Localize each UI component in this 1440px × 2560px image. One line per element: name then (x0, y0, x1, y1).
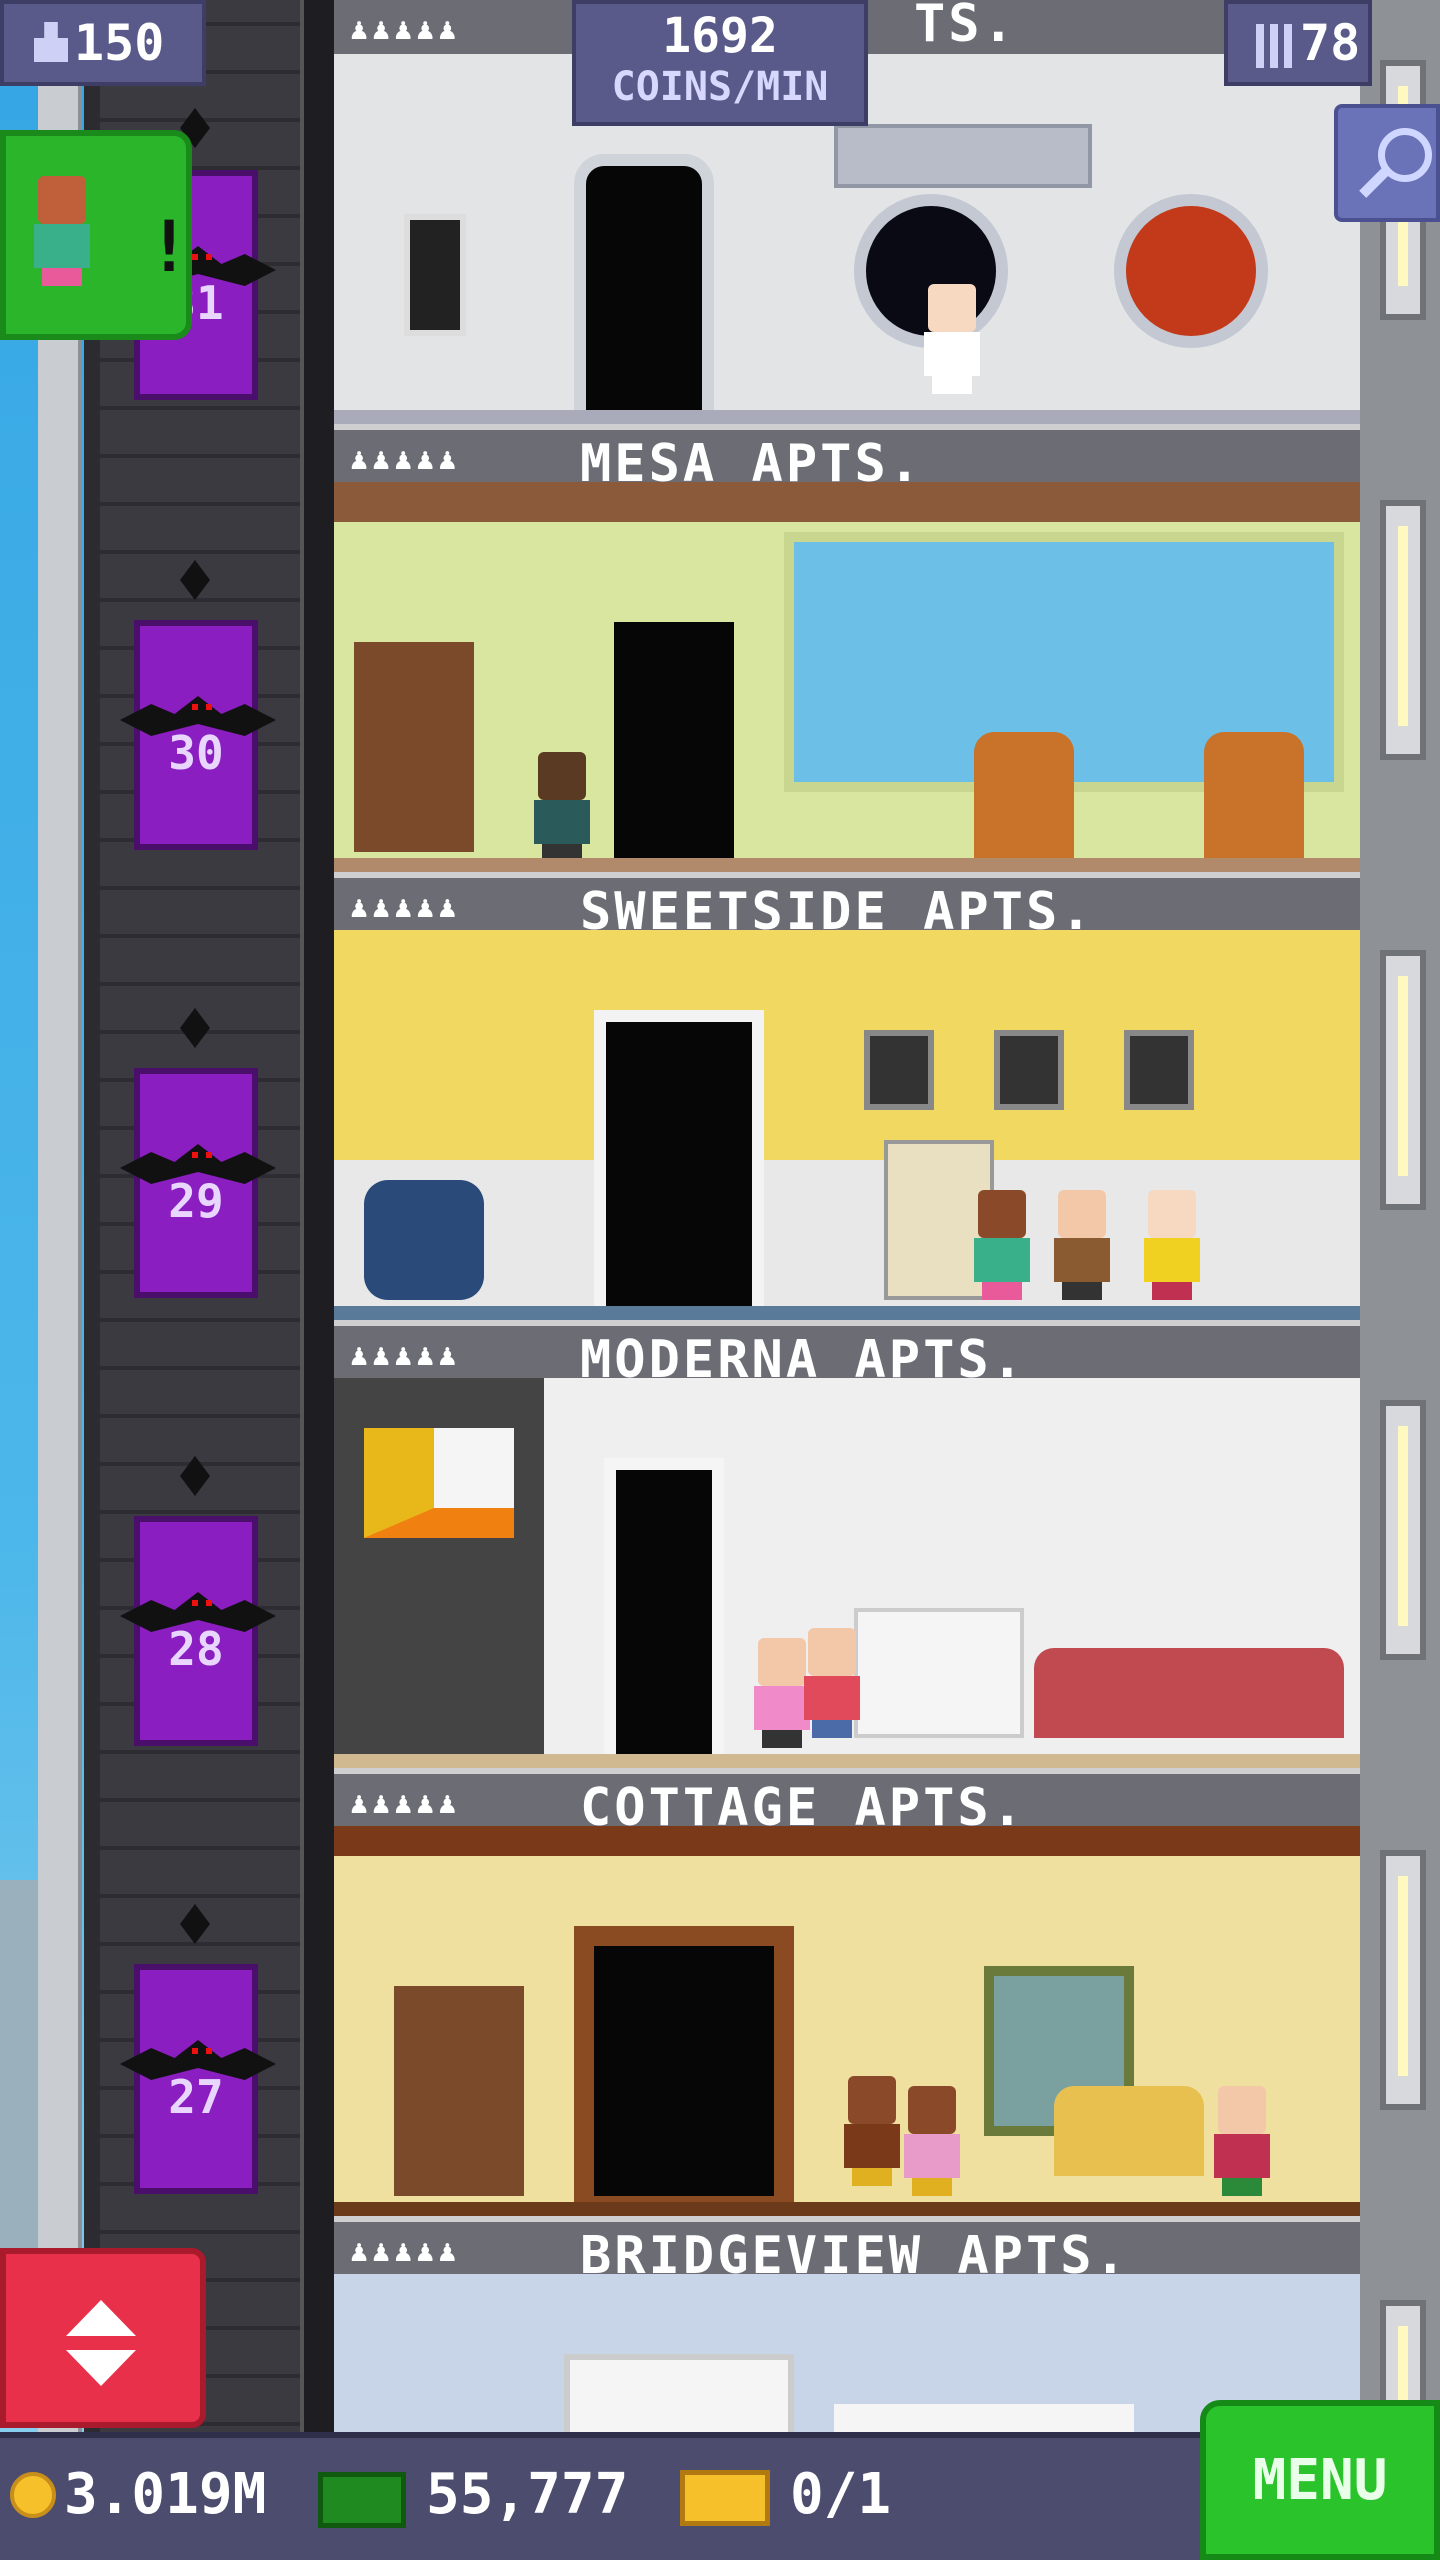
modern-art (364, 1428, 514, 1538)
floor-sign: ♟♟♟♟♟ MESA APTS. (334, 424, 1360, 494)
sweetside-room (334, 930, 1360, 1320)
cottage-room (334, 1826, 1360, 2216)
tower-window (1380, 1400, 1426, 1660)
sofa (1034, 1648, 1344, 1738)
shaft-pole (38, 0, 82, 2470)
floor-pips: ♟♟♟♟♟ (350, 890, 461, 925)
person-icon (34, 22, 68, 62)
armchair (364, 1180, 484, 1300)
floor-pips: ♟♟♟♟♟ (350, 442, 461, 477)
resident[interactable] (754, 1638, 810, 1748)
wall-panel (404, 214, 466, 336)
floor-sign: ♟♟♟♟♟ BRIDGEVIEW APTS. (334, 2216, 1360, 2286)
control-panel (834, 124, 1092, 188)
picture-frame (864, 1030, 934, 1110)
armchair (974, 732, 1074, 862)
settee (1054, 2086, 1204, 2176)
menu-button[interactable]: MENU (1200, 2400, 1440, 2560)
floor-sign: ♟♟♟♟♟ MODERNA APTS. (334, 1320, 1360, 1390)
resident[interactable] (844, 2076, 900, 2186)
elevator-floor-number: 27 (168, 2070, 224, 2124)
elevator-car[interactable]: 27 (120, 1964, 276, 2194)
coins-per-min-label: COINS/MIN (611, 64, 829, 110)
coins-per-min-value: 1692 (662, 8, 778, 64)
tickets-value: 0/1 (790, 2462, 892, 2527)
floor-counter[interactable]: 78 (1224, 0, 1372, 86)
mesa-room (334, 482, 1360, 872)
resident-karate[interactable] (924, 284, 980, 394)
resident[interactable] (904, 2086, 960, 2196)
floor-pips: ♟♟♟♟♟ (350, 1786, 461, 1821)
picture-frame (994, 1030, 1064, 1110)
elevator-floor-number: 30 (168, 726, 224, 780)
fireplace (854, 1608, 1024, 1738)
tower-window (1380, 1850, 1426, 2110)
elevator-car[interactable]: 29 (120, 1068, 276, 1298)
ticket-icon (680, 2470, 770, 2526)
arrow-down-icon (66, 2350, 136, 2386)
porthole-mars (1114, 194, 1268, 348)
moderna-room (334, 1378, 1360, 1768)
population-value: 150 (74, 14, 165, 72)
armchair (1204, 732, 1304, 862)
room-door (574, 154, 714, 424)
bookshelf (394, 1986, 524, 2196)
room-door (574, 1926, 794, 2216)
building-icon (1256, 24, 1292, 68)
resident[interactable] (1214, 2086, 1270, 2196)
floor-name: TS. (914, 0, 1017, 54)
bux-icon (318, 2472, 406, 2528)
floor-pips: ♟♟♟♟♟ (350, 1338, 461, 1373)
elevator-car[interactable]: 28 (120, 1516, 276, 1746)
coin-icon (10, 2472, 56, 2518)
arrow-up-icon (66, 2300, 136, 2336)
resident[interactable] (1054, 1190, 1110, 1300)
search-button[interactable] (1334, 104, 1440, 222)
resident[interactable] (534, 752, 590, 862)
elevator-car[interactable]: 30 (120, 620, 276, 850)
magnifier-handle (1359, 168, 1389, 198)
bux-value: 55,777 (426, 2462, 629, 2527)
wainscot (334, 1160, 1360, 1320)
shaft-rail (300, 0, 338, 2470)
coins-value: 3.019M (64, 2462, 267, 2527)
resident-notification-button[interactable]: ! (0, 130, 192, 340)
floor-count-value: 78 (1300, 14, 1361, 72)
room-door (614, 622, 734, 872)
bookshelf (354, 642, 474, 852)
coins-per-min-display[interactable]: 1692 COINS/MIN (572, 0, 868, 126)
resident[interactable] (1144, 1190, 1200, 1300)
room-door (594, 1010, 764, 1320)
floor-sign: ♟♟♟♟♟ SWEETSIDE APTS. (334, 872, 1360, 942)
resident[interactable] (974, 1190, 1030, 1300)
tower-window (1380, 950, 1426, 1210)
elevator-button[interactable] (0, 2248, 206, 2428)
floor-pips: ♟♟♟♟♟ (350, 12, 461, 47)
floor-pips: ♟♟♟♟♟ (350, 2234, 461, 2269)
wood-beams (334, 482, 1360, 522)
tower-window (1380, 500, 1426, 760)
floor-sign: ♟♟♟♟♟ COTTAGE APTS. (334, 1768, 1360, 1838)
wood-beam (334, 1826, 1360, 1856)
room-door (604, 1458, 724, 1768)
elevator-floor-number: 29 (168, 1174, 224, 1228)
elevator-floor-number: 28 (168, 1622, 224, 1676)
picture-frame (1124, 1030, 1194, 1110)
alert-icon: ! (148, 206, 191, 288)
resident-avatar (34, 176, 90, 286)
resident[interactable] (804, 1628, 860, 1738)
population-counter[interactable]: 150 (0, 0, 206, 86)
